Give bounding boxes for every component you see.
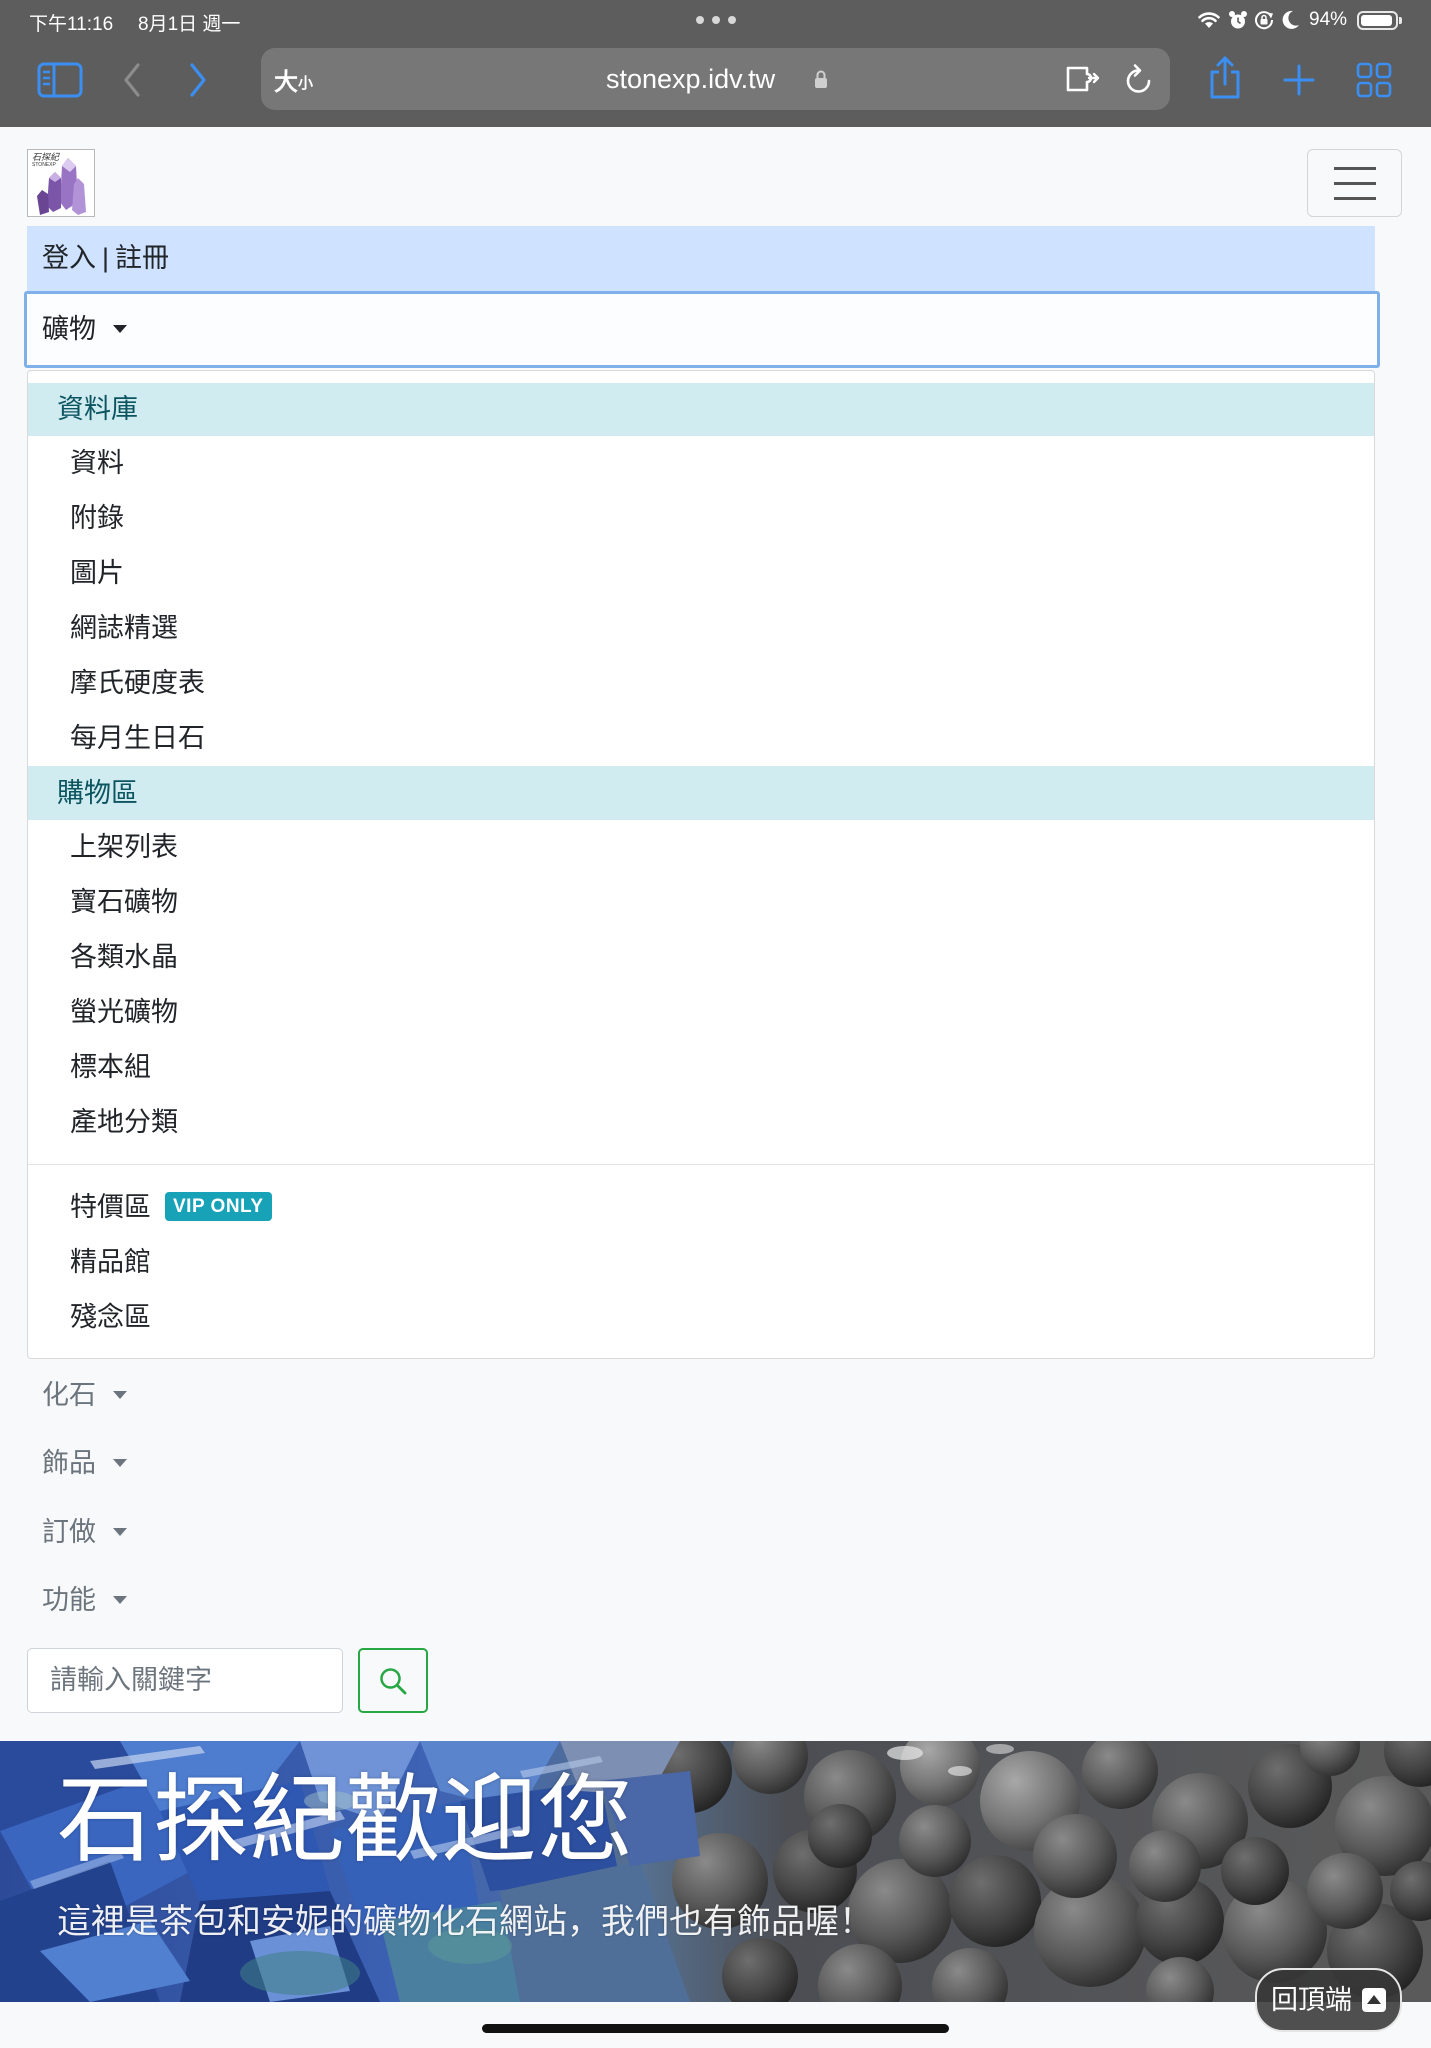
- multitasking-dots-icon[interactable]: [696, 16, 736, 24]
- login-link[interactable]: 登入: [42, 243, 96, 273]
- text-size-button[interactable]: 大 小: [274, 48, 313, 110]
- navbar-toggler-button[interactable]: [1307, 149, 1402, 217]
- rotation-lock-icon: [1255, 11, 1274, 30]
- caret-down-icon: [113, 1458, 127, 1467]
- dropdown-header-database: 資料庫: [28, 383, 1374, 436]
- minerals-dropdown-menu: 資料庫 資料 附錄 圖片 網誌精選 摩氏硬度表 每月生日石 購物區 上架列表 寶…: [27, 370, 1375, 1359]
- battery-fill: [1361, 15, 1393, 26]
- reload-icon[interactable]: [1124, 63, 1154, 95]
- register-link[interactable]: 註冊: [115, 243, 169, 273]
- logo-subname: STONEXP: [32, 162, 56, 168]
- dropdown-item-crystals[interactable]: 各類水晶: [28, 930, 1374, 985]
- special-offers-label: 特價區: [70, 1192, 151, 1222]
- caret-down-icon: [113, 324, 127, 333]
- arrow-up-icon: [1362, 1988, 1386, 2012]
- auth-separator: |: [102, 243, 110, 273]
- plus-icon[interactable]: [1282, 63, 1316, 97]
- moon-icon: [1282, 10, 1299, 29]
- search-button[interactable]: [358, 1648, 428, 1713]
- nav-label: 飾品: [42, 1448, 96, 1478]
- dropdown-item-listings[interactable]: 上架列表: [28, 820, 1374, 875]
- dropdown-item-gem-minerals[interactable]: 寶石礦物: [28, 875, 1374, 930]
- home-indicator[interactable]: [482, 2024, 949, 2033]
- text-size-large-label: 大: [274, 68, 298, 96]
- hero-title: 石探紀歡迎您: [57, 1767, 633, 1874]
- url-text[interactable]: stonexp.idv.tw: [606, 48, 775, 110]
- site-logo[interactable]: 石探紀 STONEXP: [27, 149, 95, 217]
- wifi-icon: [1198, 12, 1220, 28]
- caret-down-icon: [113, 1390, 127, 1399]
- tabs-grid-icon[interactable]: [1356, 62, 1392, 98]
- logo-name: 石探紀: [32, 152, 60, 162]
- auth-bar: 登入 | 註冊: [27, 226, 1375, 291]
- dropdown-item-specimen-sets[interactable]: 標本組: [28, 1040, 1374, 1095]
- nav-item-fossils[interactable]: 化石: [27, 1361, 327, 1429]
- search-input[interactable]: [27, 1648, 343, 1713]
- extension-icon[interactable]: [1064, 64, 1100, 94]
- nav-item-functions[interactable]: 功能: [27, 1566, 327, 1634]
- nav-item-jewelry[interactable]: 飾品: [27, 1429, 327, 1497]
- battery-percentage: 94%: [1309, 9, 1348, 30]
- text-size-small-label: 小: [298, 75, 314, 92]
- forward-chevron-icon[interactable]: [187, 62, 209, 98]
- back-to-top-button[interactable]: 回頂端: [1255, 1968, 1402, 2032]
- dropdown-item-boutique[interactable]: 精品館: [28, 1235, 1374, 1290]
- back-to-top-label: 回頂端: [1271, 1985, 1352, 2015]
- nav-label: 訂做: [42, 1517, 96, 1547]
- battery-cap: [1399, 17, 1402, 24]
- dropdown-item-birthstones[interactable]: 每月生日石: [28, 711, 1374, 766]
- dropdown-item-data[interactable]: 資料: [28, 436, 1374, 491]
- dropdown-item-special-offers[interactable]: 特價區 VIP ONLY: [28, 1180, 1374, 1235]
- dropdown-item-clearance[interactable]: 殘念區: [28, 1290, 1374, 1345]
- minerals-dropdown-toggle[interactable]: 礦物: [24, 291, 1380, 368]
- vip-badge: VIP ONLY: [165, 1192, 272, 1222]
- battery-icon: [1357, 11, 1398, 30]
- caret-down-icon: [113, 1527, 127, 1536]
- nav-label: 化石: [42, 1380, 96, 1410]
- dropdown-item-blog-picks[interactable]: 網誌精選: [28, 601, 1374, 656]
- share-icon[interactable]: [1208, 55, 1242, 101]
- browser-chrome: 下午11:16 8月1日 週一 94% 大 小 stonexp.idv.tw: [0, 0, 1431, 127]
- back-chevron-icon[interactable]: [121, 62, 143, 98]
- hamburger-menu-icon: [1334, 167, 1376, 200]
- sidebar-icon[interactable]: [37, 62, 83, 98]
- caret-down-icon: [113, 1595, 127, 1604]
- dropdown-item-pictures[interactable]: 圖片: [28, 546, 1374, 601]
- status-time: 下午11:16: [29, 14, 114, 35]
- nav-label: 功能: [42, 1585, 96, 1615]
- alarm-icon: [1229, 11, 1247, 29]
- nav-item-custom-order[interactable]: 訂做: [27, 1498, 327, 1566]
- dropdown-item-appendix[interactable]: 附錄: [28, 491, 1374, 546]
- dropdown-divider: [28, 1150, 1374, 1180]
- lock-icon: [815, 70, 827, 88]
- dropdown-item-fluorescent[interactable]: 螢光礦物: [28, 985, 1374, 1040]
- search-icon: [380, 1667, 407, 1694]
- status-bar: 下午11:16 8月1日 週一 94%: [0, 0, 1431, 40]
- hero-subtitle: 這裡是茶包和安妮的礦物化石網站，我們也有飾品喔！: [57, 1903, 873, 1941]
- hero-banner: 石探紀歡迎您 這裡是茶包和安妮的礦物化石網站，我們也有飾品喔！: [0, 1741, 1431, 2002]
- status-date: 8月1日 週一: [138, 14, 241, 35]
- dropdown-item-by-locality[interactable]: 產地分類: [28, 1095, 1374, 1150]
- dropdown-header-shop: 購物區: [28, 766, 1374, 820]
- minerals-label: 礦物: [42, 314, 96, 344]
- dropdown-item-mohs-scale[interactable]: 摩氏硬度表: [28, 656, 1374, 711]
- address-bar[interactable]: 大 小 stonexp.idv.tw: [261, 48, 1170, 110]
